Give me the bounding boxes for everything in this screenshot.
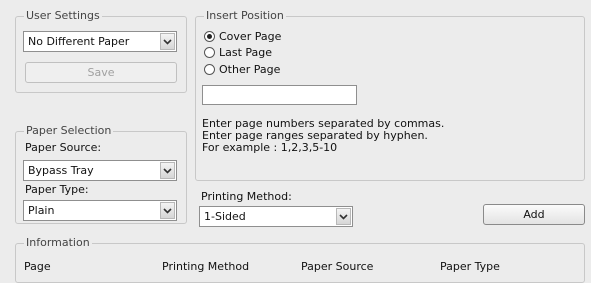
printing-method-select[interactable]: 1-Sided [199,206,353,227]
paper-type-label: Paper Type: [25,183,89,196]
column-header-paper-type[interactable]: Paper Type [440,260,500,273]
radio-button-icon[interactable] [204,46,215,58]
paper-source-label: Paper Source: [25,141,102,154]
help-line-3: For example : 1,2,3,5-10 [202,141,338,154]
printing-method-value: 1-Sided [204,210,246,223]
column-header-printing-method[interactable]: Printing Method [162,260,249,273]
information-group: Information Page Printing Method Paper S… [15,236,585,283]
paper-source-value: Bypass Tray [28,164,94,177]
add-button[interactable]: Add [483,204,585,225]
paper-source-select[interactable]: Bypass Tray [23,160,177,181]
paper-type-select[interactable]: Plain [23,200,177,221]
radio-button-icon[interactable] [204,30,215,42]
information-legend: Information [24,236,92,250]
chevron-down-icon[interactable] [160,162,175,179]
radio-button-icon[interactable] [204,63,215,75]
chevron-down-icon[interactable] [160,33,175,50]
user-settings-legend: User Settings [24,9,102,23]
user-settings-value: No Different Paper [28,35,130,48]
insert-position-legend: Insert Position [204,9,286,23]
radio-last-page[interactable]: Last Page [204,45,272,59]
radio-other-page-label: Other Page [219,62,281,76]
insert-position-group: Insert Position Cover Page Last Page Oth… [195,9,585,181]
paper-type-value: Plain [28,204,55,217]
column-header-page[interactable]: Page [24,260,51,273]
page-numbers-input[interactable] [202,85,357,105]
user-settings-select[interactable]: No Different Paper [23,31,177,52]
chevron-down-icon[interactable] [336,208,351,225]
radio-cover-page[interactable]: Cover Page [204,29,281,43]
paper-selection-legend: Paper Selection [24,124,114,138]
printing-method-label: Printing Method: [201,190,292,203]
save-button[interactable]: Save [25,62,177,83]
radio-cover-page-label: Cover Page [219,29,282,43]
chevron-down-icon[interactable] [160,202,175,219]
radio-other-page[interactable]: Other Page [204,62,280,76]
radio-last-page-label: Last Page [219,45,273,59]
column-header-paper-source[interactable]: Paper Source [301,260,373,273]
